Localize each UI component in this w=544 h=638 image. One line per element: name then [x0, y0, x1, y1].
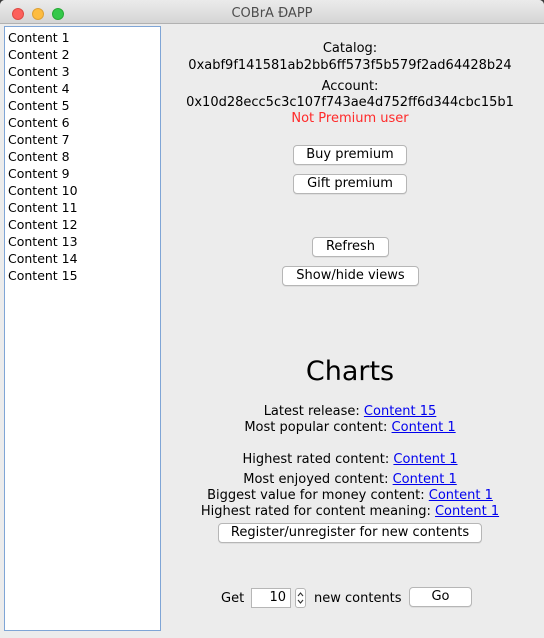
highest-meaning-row: Highest rated for content meaning: Conte…: [162, 504, 538, 519]
most-popular-row: Most popular content: Content 1: [162, 420, 538, 435]
content-list[interactable]: Content 1 Content 2 Content 3 Content 4 …: [4, 26, 161, 631]
account-address: 0x10d28ecc5c3c107f743ae4d752ff6d344cbc15…: [186, 95, 514, 110]
most-enjoyed-link[interactable]: Content 1: [393, 472, 457, 487]
list-item[interactable]: Content 9: [5, 165, 160, 182]
biggest-value-label: Biggest value for money content:: [207, 488, 425, 503]
list-item[interactable]: Content 5: [5, 97, 160, 114]
list-item[interactable]: Content 7: [5, 131, 160, 148]
biggest-value-row: Biggest value for money content: Content…: [162, 488, 538, 503]
list-item[interactable]: Content 11: [5, 199, 160, 216]
list-item[interactable]: Content 2: [5, 46, 160, 63]
list-item[interactable]: Content 13: [5, 233, 160, 250]
highest-meaning-label: Highest rated for content meaning:: [200, 504, 431, 519]
premium-status: Not Premium user: [291, 111, 409, 126]
title-bar: COBrA ÐAPP: [0, 0, 544, 24]
most-popular-link[interactable]: Content 1: [392, 420, 456, 435]
list-item[interactable]: Content 15: [5, 267, 160, 284]
list-item[interactable]: Content 8: [5, 148, 160, 165]
get-label: Get: [221, 591, 245, 606]
list-item[interactable]: Content 12: [5, 216, 160, 233]
main-panel: Catalog: 0xabf9f141581ab2bb6ff573f5b579f…: [162, 26, 544, 638]
highest-meaning-link[interactable]: Content 1: [435, 504, 499, 519]
refresh-button[interactable]: Refresh: [312, 237, 389, 257]
highest-rated-link[interactable]: Content 1: [393, 452, 457, 467]
stepper-arrows-icon: [297, 592, 304, 604]
account-label: Account:: [321, 79, 379, 94]
catalog-label: Catalog:: [322, 41, 378, 56]
gift-premium-button[interactable]: Gift premium: [293, 174, 407, 194]
go-button[interactable]: Go: [409, 587, 472, 607]
list-item[interactable]: Content 14: [5, 250, 160, 267]
app-window: COBrA ÐAPP Content 1 Content 2 Content 3…: [0, 0, 544, 638]
list-item[interactable]: Content 4: [5, 80, 160, 97]
list-item[interactable]: Content 10: [5, 182, 160, 199]
highest-rated-label: Highest rated content:: [242, 452, 390, 467]
show-hide-views-button[interactable]: Show/hide views: [282, 266, 419, 286]
contents-count-input[interactable]: 10: [251, 588, 291, 608]
catalog-address: 0xabf9f141581ab2bb6ff573f5b579f2ad64428b…: [188, 58, 512, 73]
window-title: COBrA ÐAPP: [231, 6, 313, 21]
count-stepper[interactable]: [295, 588, 306, 608]
list-item[interactable]: Content 6: [5, 114, 160, 131]
most-enjoyed-row: Most enjoyed content: Content 1: [162, 472, 538, 487]
latest-release-row: Latest release: Content 15: [162, 404, 538, 419]
most-popular-label: Most popular content:: [244, 420, 388, 435]
highest-rated-row: Highest rated content: Content 1: [162, 452, 538, 467]
new-contents-label: new contents: [314, 591, 402, 606]
latest-release-link[interactable]: Content 15: [364, 404, 436, 419]
charts-title: Charts: [305, 356, 395, 387]
biggest-value-link[interactable]: Content 1: [429, 488, 493, 503]
list-item[interactable]: Content 1: [5, 29, 160, 46]
register-contents-button[interactable]: Register/unregister for new contents: [218, 523, 482, 543]
buy-premium-button[interactable]: Buy premium: [293, 145, 407, 165]
list-item[interactable]: Content 3: [5, 63, 160, 80]
latest-release-label: Latest release:: [263, 404, 360, 419]
most-enjoyed-label: Most enjoyed content:: [243, 472, 389, 487]
